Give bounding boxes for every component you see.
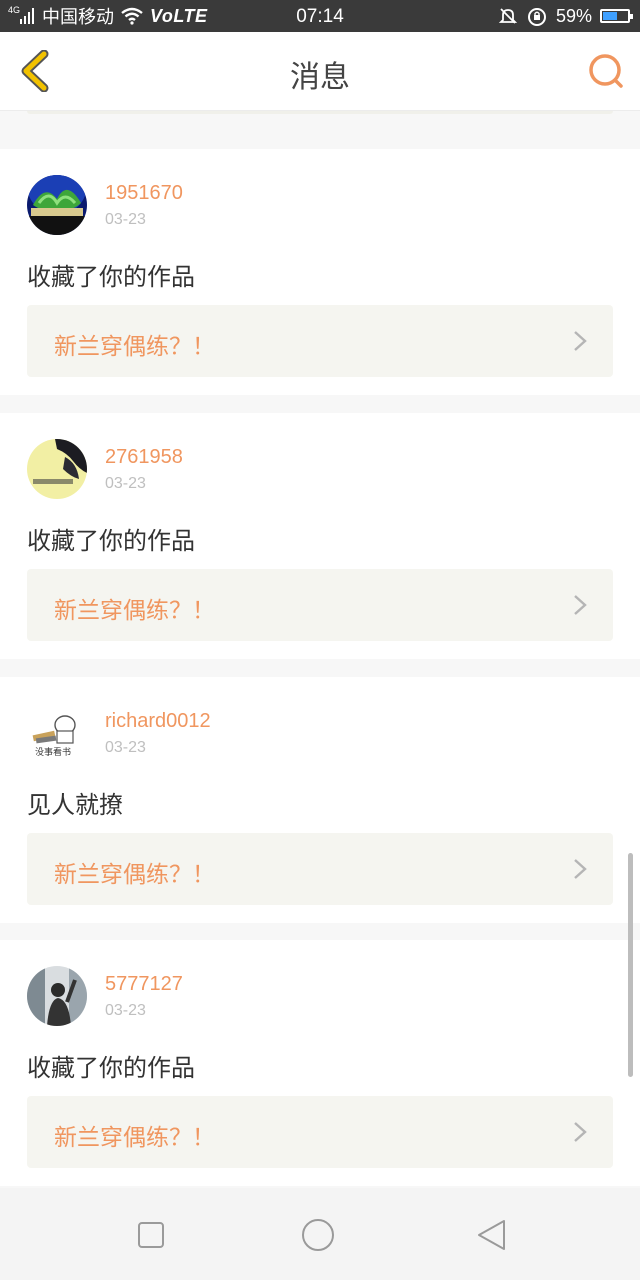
system-navbar bbox=[0, 1188, 640, 1280]
avatar[interactable] bbox=[27, 966, 87, 1026]
action-text: 收藏了你的作品 bbox=[27, 527, 195, 555]
previous-card-edge bbox=[27, 111, 613, 114]
chevron-right-icon bbox=[574, 595, 587, 615]
work-title: 新兰穿偶练？！ bbox=[54, 334, 215, 360]
search-icon[interactable] bbox=[586, 52, 626, 92]
bell-muted-icon bbox=[498, 8, 518, 24]
scrollbar[interactable] bbox=[628, 853, 633, 1077]
alarm-icon bbox=[527, 8, 546, 26]
list-item[interactable]: 5777127 03-23 收藏了你的作品 新兰穿偶练？！ bbox=[0, 940, 640, 1186]
username[interactable]: 5777127 bbox=[105, 973, 183, 996]
avatar[interactable] bbox=[27, 439, 87, 499]
chevron-right-icon bbox=[574, 331, 587, 351]
battery-icon bbox=[600, 9, 633, 23]
avatar-image bbox=[27, 175, 87, 235]
work-title: 新兰穿偶练？！ bbox=[54, 1125, 215, 1151]
home-icon[interactable] bbox=[301, 1218, 335, 1252]
previous-item-edge bbox=[0, 111, 640, 131]
list-item[interactable]: 2761958 03-23 收藏了你的作品 新兰穿偶练？！ bbox=[0, 413, 640, 659]
chevron-right-icon bbox=[574, 1122, 587, 1142]
date: 03-23 bbox=[105, 211, 146, 228]
action-text: 收藏了你的作品 bbox=[27, 1054, 195, 1082]
chevron-right-icon bbox=[574, 859, 587, 879]
avatar-image bbox=[27, 966, 87, 1026]
date: 03-23 bbox=[105, 739, 146, 756]
battery-fill bbox=[603, 12, 617, 20]
date: 03-23 bbox=[105, 475, 146, 492]
username[interactable]: richard0012 bbox=[105, 710, 211, 733]
avatar[interactable] bbox=[27, 175, 87, 235]
list-item[interactable]: 1951670 03-23 收藏了你的作品 新兰穿偶练？！ bbox=[0, 149, 640, 395]
work-card[interactable]: 新兰穿偶练？！ bbox=[27, 833, 613, 905]
header: 消息 bbox=[0, 32, 640, 111]
battery-percent: 59% bbox=[555, 5, 592, 26]
back-icon[interactable] bbox=[474, 1218, 508, 1252]
message-list bbox=[0, 111, 640, 131]
recent-apps-icon[interactable] bbox=[134, 1218, 168, 1252]
action-text: 收藏了你的作品 bbox=[27, 263, 195, 291]
work-title: 新兰穿偶练？！ bbox=[54, 598, 215, 624]
status-right: 59% bbox=[498, 5, 633, 27]
work-title: 新兰穿偶练？！ bbox=[54, 862, 215, 888]
avatar[interactable]: 没事看书 bbox=[27, 703, 87, 763]
work-card[interactable]: 新兰穿偶练？！ bbox=[27, 1096, 613, 1168]
avatar-image bbox=[27, 439, 87, 499]
action-text: 见人就撩 bbox=[27, 791, 123, 819]
avatar-caption: 没事看书 bbox=[35, 748, 72, 758]
work-card[interactable]: 新兰穿偶练？！ bbox=[27, 569, 613, 641]
status-bar: 4G 中国移动 VoLTE 07:14 59% bbox=[0, 0, 640, 32]
list-item[interactable]: 没事看书 richard0012 03-23 见人就撩 新兰穿偶练？！ bbox=[0, 677, 640, 923]
screen: 4G 中国移动 VoLTE 07:14 59% 消息 1951670 03-23… bbox=[0, 0, 640, 1280]
username[interactable]: 1951670 bbox=[105, 182, 183, 205]
date: 03-23 bbox=[105, 1002, 146, 1019]
page-title: 消息 bbox=[290, 60, 350, 95]
username[interactable]: 2761958 bbox=[105, 446, 183, 469]
work-card[interactable]: 新兰穿偶练？！ bbox=[27, 305, 613, 377]
